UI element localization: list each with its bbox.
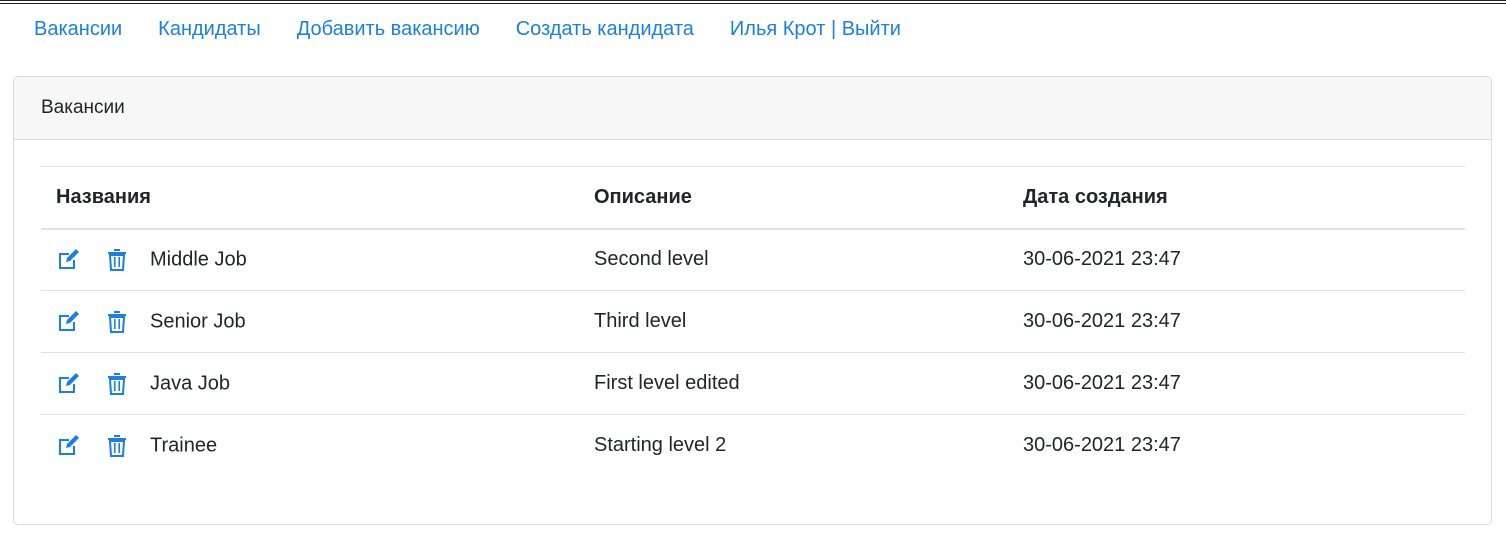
edit-icon[interactable]: [56, 433, 82, 459]
vacancies-table: Названия Описание Дата создания Middle J…: [41, 166, 1465, 477]
nav-vacancies-link[interactable]: Вакансии: [16, 10, 140, 49]
table-row: Java Job First level edited 30-06-2021 2…: [41, 353, 1465, 415]
vacancy-name: Java Job: [150, 372, 231, 394]
nav-user-logout-link[interactable]: Илья Крот | Выйти: [712, 10, 919, 49]
edit-icon[interactable]: [56, 371, 82, 397]
trash-icon[interactable]: [104, 433, 130, 459]
trash-icon[interactable]: [104, 371, 130, 397]
table-row: Trainee Starting level 2 30-06-2021 23:4…: [41, 415, 1465, 477]
name-cell: Java Job: [41, 353, 579, 415]
row-actions: [56, 433, 150, 459]
column-header-created: Дата создания: [1023, 185, 1168, 208]
description-cell: Third level: [594, 310, 687, 332]
vacancy-name: Trainee: [150, 434, 218, 457]
card-title: Вакансии: [14, 77, 1491, 140]
name-cell: Trainee: [41, 415, 579, 477]
name-cell: Middle Job: [41, 229, 579, 291]
table-row: Senior Job Third level 30-06-2021 23:47: [41, 291, 1465, 353]
column-header-name: Названия: [56, 185, 151, 208]
created-cell: 30-06-2021 23:47: [1023, 248, 1181, 271]
table-row: Middle Job Second level 30-06-2021 23:47: [41, 229, 1465, 291]
top-navigation: Вакансии Кандидаты Добавить вакансию Соз…: [16, 10, 919, 48]
edit-icon[interactable]: [56, 247, 82, 273]
nav-create-candidate-link[interactable]: Создать кандидата: [498, 10, 712, 49]
nav-candidates-link[interactable]: Кандидаты: [140, 10, 279, 49]
card-body: Названия Описание Дата создания Middle J…: [14, 140, 1491, 477]
top-border: [0, 0, 1506, 4]
row-actions: [56, 371, 150, 397]
created-cell: 30-06-2021 23:47: [1023, 434, 1181, 457]
row-actions: [56, 247, 150, 273]
table-header-row: Названия Описание Дата создания: [41, 166, 1465, 229]
description-cell: First level edited: [594, 372, 740, 394]
table-body: Middle Job Second level 30-06-2021 23:47: [41, 229, 1465, 477]
vacancy-name: Middle Job: [150, 248, 247, 271]
column-header-description: Описание: [594, 185, 692, 208]
trash-icon[interactable]: [104, 309, 130, 335]
description-cell: Starting level 2: [594, 434, 727, 457]
vacancies-card: Вакансии Названия Описание Дата создания: [13, 76, 1492, 525]
name-cell: Senior Job: [41, 291, 579, 353]
created-cell: 30-06-2021 23:47: [1023, 310, 1181, 332]
edit-icon[interactable]: [56, 309, 82, 335]
trash-icon[interactable]: [104, 247, 130, 273]
row-actions: [56, 309, 150, 335]
created-cell: 30-06-2021 23:47: [1023, 372, 1181, 394]
description-cell: Second level: [594, 248, 709, 271]
vacancy-name: Senior Job: [150, 310, 246, 332]
nav-add-vacancy-link[interactable]: Добавить вакансию: [279, 10, 498, 49]
